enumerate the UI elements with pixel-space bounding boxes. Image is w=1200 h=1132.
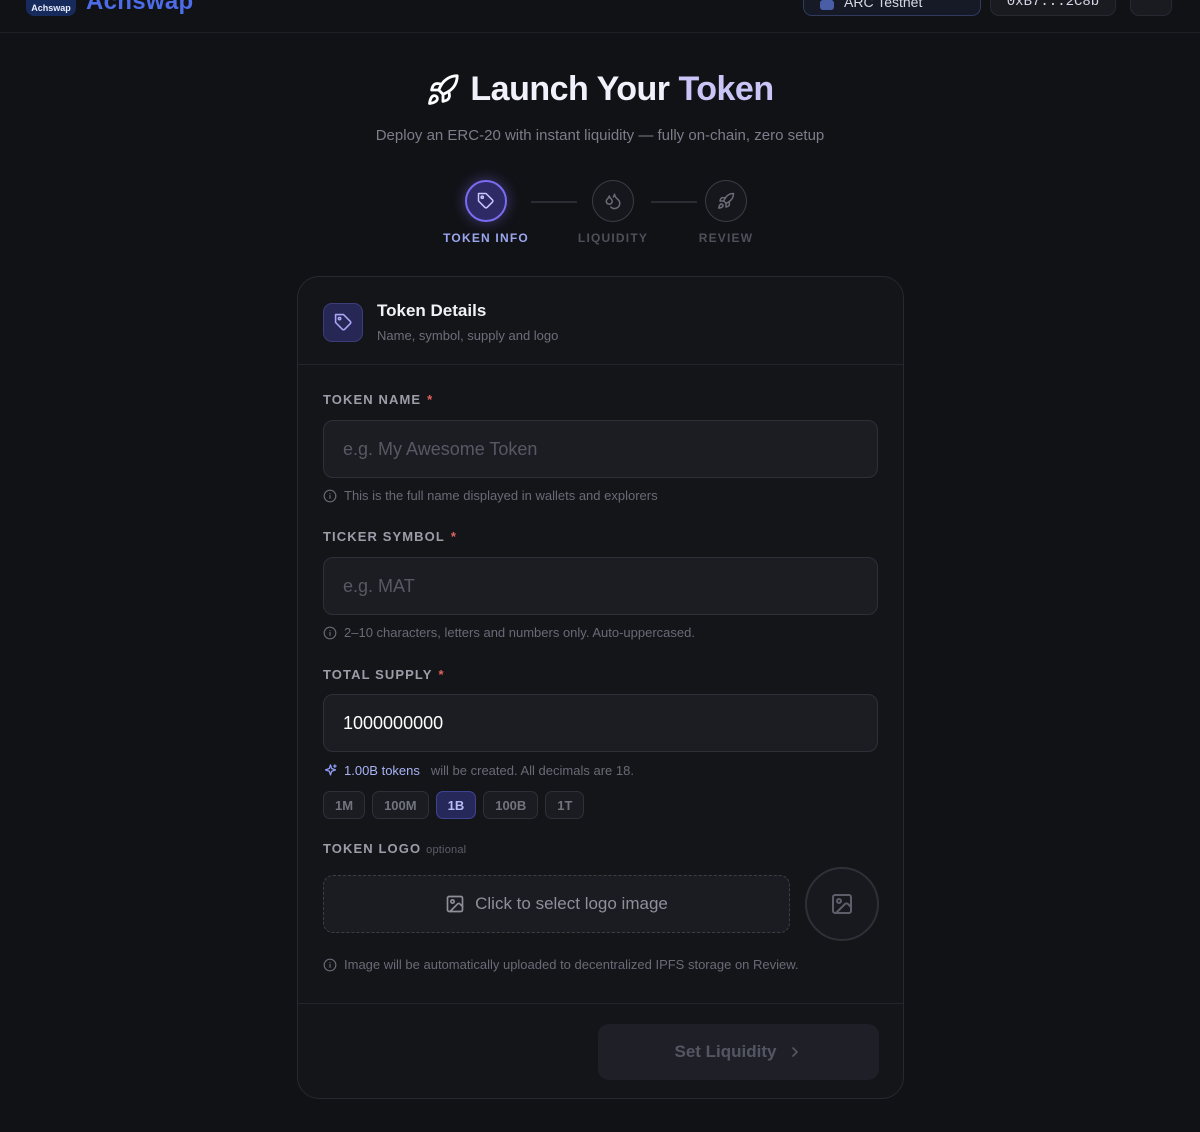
preset-1t-button[interactable]: 1T xyxy=(545,791,585,819)
page-title: Launch Your Token xyxy=(0,70,1200,109)
label-text: TICKER SYMBOL xyxy=(323,529,445,544)
card-header: Token Details Name, symbol, supply and l… xyxy=(298,277,903,365)
hint-text: Image will be automatically uploaded to … xyxy=(344,957,799,972)
chevron-right-icon xyxy=(791,1047,798,1057)
app-logo[interactable]: Achswap xyxy=(26,0,76,16)
card-title: Token Details xyxy=(377,301,487,320)
droplet-icon xyxy=(605,193,621,210)
set-liquidity-button[interactable]: Set Liquidity xyxy=(598,1024,879,1080)
preset-1b-button[interactable]: 1B xyxy=(435,791,477,819)
info-icon xyxy=(323,489,337,502)
preset-100b-button[interactable]: 100B xyxy=(483,791,539,819)
card-subtitle: Name, symbol, supply and logo xyxy=(377,328,559,343)
wallet-address-button[interactable]: 0xB7...2C8b xyxy=(990,0,1116,16)
ticker-symbol-input[interactable] xyxy=(323,557,878,615)
token-name-hint: This is the full name displayed in walle… xyxy=(323,488,658,503)
tag-icon xyxy=(477,192,494,209)
wallet-address: 0xB7...2C8b xyxy=(1006,0,1100,10)
image-icon xyxy=(832,894,852,914)
preset-1m-button[interactable]: 1M xyxy=(323,791,366,819)
page-subtitle: Deploy an ERC-20 with instant liquidity … xyxy=(375,127,825,144)
hint-text: 2–10 characters, letters and numbers onl… xyxy=(344,625,695,640)
top-navbar: Achswap Achswap ARC Testnet 0xB7...2C8b xyxy=(0,0,1200,33)
tag-icon xyxy=(334,313,352,331)
brand-name[interactable]: Achswap xyxy=(86,0,193,16)
card-header-icon xyxy=(323,303,363,342)
total-supply-label: TOTAL SUPPLY * xyxy=(323,667,445,682)
step-token-info[interactable]: TOKEN INFO xyxy=(416,180,556,245)
logo-text: Achswap xyxy=(31,3,71,13)
ticker-symbol-hint: 2–10 characters, letters and numbers onl… xyxy=(323,625,695,640)
progress-stepper: TOKEN INFO LIQUIDITY REVIEW xyxy=(0,180,1200,250)
total-supply-input[interactable] xyxy=(323,694,878,752)
title-main: Launch Your xyxy=(470,70,670,108)
required-marker: * xyxy=(427,392,434,407)
supply-formatted: 1.00B tokens xyxy=(344,763,420,778)
ticker-symbol-label: TICKER SYMBOL * xyxy=(323,529,457,544)
label-text: TOKEN LOGO xyxy=(323,841,422,856)
card-footer: Set Liquidity xyxy=(298,1003,903,1098)
label-text: TOTAL SUPPLY xyxy=(323,667,433,682)
step-circle xyxy=(705,180,747,222)
required-marker: * xyxy=(438,667,445,682)
button-label: Set Liquidity xyxy=(674,1042,777,1061)
logo-upload-button[interactable]: Click to select logo image xyxy=(323,875,790,933)
optional-marker: optional xyxy=(426,844,467,856)
supply-summary: 1.00B tokens will be created. All decima… xyxy=(323,763,634,778)
rocket-icon xyxy=(428,73,459,105)
hint-text: This is the full name displayed in walle… xyxy=(344,488,658,503)
info-icon xyxy=(323,958,337,971)
image-icon xyxy=(446,895,464,913)
token-logo-label: TOKEN LOGO optional xyxy=(323,841,466,856)
menu-button[interactable] xyxy=(1130,0,1172,16)
step-label: REVIEW xyxy=(698,231,754,245)
step-review[interactable]: REVIEW xyxy=(656,180,796,245)
upload-label: Click to select logo image xyxy=(475,894,668,913)
supply-note-text: will be created. All decimals are 18. xyxy=(430,763,634,778)
token-name-label: TOKEN NAME * xyxy=(323,392,433,407)
rocket-icon xyxy=(718,192,735,209)
supply-presets: 1M 100M 1B 100B 1T xyxy=(323,791,585,819)
network-selector-button[interactable]: ARC Testnet xyxy=(803,0,981,16)
info-icon xyxy=(323,626,337,639)
sparkles-icon xyxy=(324,764,337,776)
network-label: ARC Testnet xyxy=(844,0,923,10)
page-title-text: Launch Your Token xyxy=(470,70,775,109)
title-accent: Token xyxy=(678,70,775,108)
token-name-input[interactable] xyxy=(323,420,878,478)
logo-preview[interactable] xyxy=(805,867,879,941)
step-circle xyxy=(465,180,507,222)
label-text: TOKEN NAME xyxy=(323,392,422,407)
token-details-card: Token Details Name, symbol, supply and l… xyxy=(297,276,904,1099)
step-circle xyxy=(592,180,634,222)
required-marker: * xyxy=(450,529,458,544)
step-label: TOKEN INFO xyxy=(443,231,529,245)
network-icon xyxy=(820,0,834,10)
token-logo-hint: Image will be automatically uploaded to … xyxy=(323,957,799,972)
preset-100m-button[interactable]: 100M xyxy=(372,791,429,819)
